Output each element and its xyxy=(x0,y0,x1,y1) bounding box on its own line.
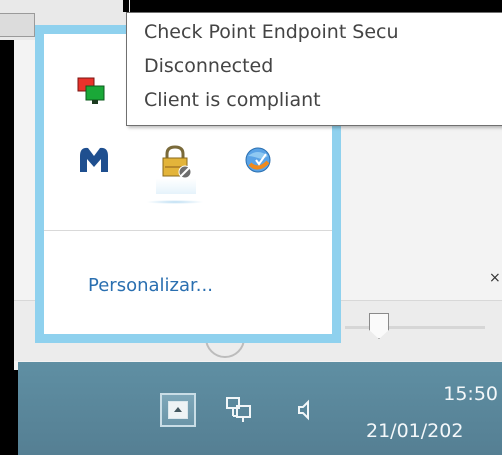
tooltip-title: Check Point Endpoint Secu xyxy=(144,21,399,43)
check-point-lock-icon[interactable] xyxy=(158,144,194,180)
malwarebytes-icon[interactable] xyxy=(76,142,112,178)
overflow-panel-divider xyxy=(44,230,332,231)
clock-time[interactable]: 15:50 xyxy=(398,383,498,405)
secure-browser-icon[interactable] xyxy=(240,142,276,178)
tooltip-compliance-status: Client is compliant xyxy=(144,89,321,111)
show-hidden-icons-icon xyxy=(168,401,188,419)
background-close-icon[interactable]: × xyxy=(489,270,501,286)
screen: × 15:50 21/01/202 Personalizar... Check … xyxy=(0,0,502,455)
customize-link[interactable]: Personalizar... xyxy=(88,275,213,296)
background-edge xyxy=(123,0,129,12)
show-hidden-icons-button[interactable] xyxy=(160,393,196,427)
tooltip-connection-status: Disconnected xyxy=(144,55,274,77)
selected-icon-highlight xyxy=(146,200,204,204)
network-icon[interactable] xyxy=(224,396,254,424)
background-slider-track[interactable] xyxy=(345,326,485,329)
clock-date[interactable]: 21/01/202 xyxy=(366,420,502,442)
network-monitor-icon[interactable] xyxy=(76,74,112,110)
tray-icon-tooltip: Check Point Endpoint Secu Disconnected C… xyxy=(126,12,502,126)
volume-icon[interactable] xyxy=(296,398,316,422)
chevron-up-icon xyxy=(174,407,182,412)
background-button-fragment[interactable] xyxy=(0,13,35,37)
